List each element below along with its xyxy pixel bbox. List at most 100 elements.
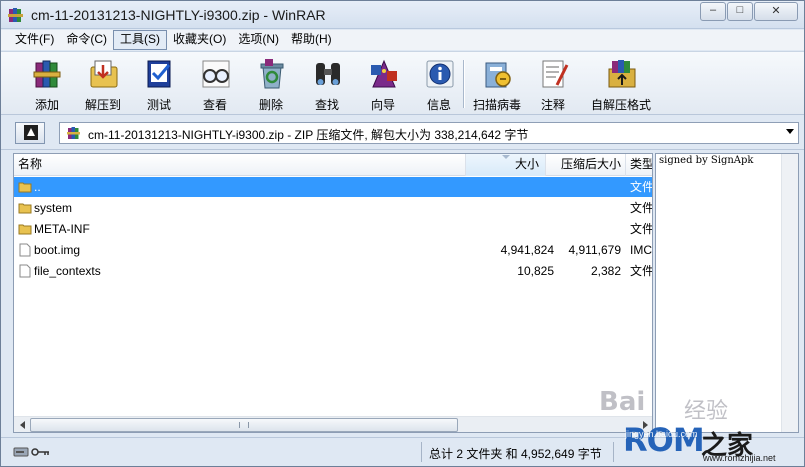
file-size: 10,825	[517, 264, 554, 278]
vertical-scrollbar[interactable]	[781, 154, 798, 432]
toolbar-main-group: 添加 解压到 测试 查看 删除 查找 向导 信息	[19, 55, 467, 113]
menu-help[interactable]: 帮助(H)	[285, 30, 338, 50]
books-add-icon	[33, 60, 61, 88]
table-row[interactable]: boot.img 4,941,824 4,911,679 IMC	[14, 240, 652, 260]
info-icon	[426, 60, 454, 88]
file-type: 文件	[630, 180, 653, 194]
minimize-icon: –	[709, 4, 717, 16]
test-button[interactable]: 测试	[131, 55, 187, 113]
chevron-down-icon[interactable]	[786, 129, 794, 134]
close-icon: ✕	[771, 5, 781, 17]
jingyan-url-watermark: jingyan.baidu.com	[625, 429, 698, 439]
file-type: 文件	[630, 201, 653, 215]
menu-tools[interactable]: 工具(S)	[113, 30, 167, 50]
file-size: 4,941,824	[500, 243, 554, 257]
menu-favorites[interactable]: 收藏夹(O)	[167, 30, 232, 50]
maximize-icon: □	[736, 4, 744, 16]
comment-note-icon	[542, 60, 569, 88]
status-summary: 总计 2 文件夹 和 4,952,649 字节	[429, 447, 602, 461]
column-header: 名称 大小 压缩后大小 类型	[14, 154, 653, 176]
extract-folder-icon	[90, 60, 118, 88]
table-row[interactable]: META-INF 文件	[14, 219, 653, 239]
window-controls: – □ ✕	[699, 2, 798, 21]
file-type: IMC	[630, 243, 652, 257]
info-button[interactable]: 信息	[411, 55, 467, 113]
comment-pane[interactable]: signed by SignApk	[655, 153, 799, 433]
file-packed-size	[546, 219, 621, 239]
column-packed-label: 压缩后大小	[560, 157, 621, 171]
binoculars-find-icon	[316, 63, 340, 85]
file-packed-size	[546, 198, 621, 218]
archive-comment: signed by SignApk	[659, 155, 754, 166]
delete-button[interactable]: 删除	[243, 55, 299, 113]
file-icon	[19, 264, 31, 278]
status-separator	[613, 442, 614, 462]
column-type-label: 类型	[630, 157, 653, 171]
scrollbar-thumb[interactable]	[30, 418, 458, 432]
wizard-icon	[371, 59, 397, 88]
rom-url-watermark: www.romzhijia.net	[703, 453, 776, 463]
table-row[interactable]: .. 文件	[14, 177, 653, 197]
file-packed-size	[546, 177, 621, 197]
comment-button[interactable]: 注释	[525, 55, 581, 113]
archive-icon	[67, 127, 80, 139]
file-name: ..	[34, 180, 41, 194]
path-combobox[interactable]: cm-11-20131213-NIGHTLY-i9300.zip - ZIP 压…	[59, 122, 799, 144]
archive-path-text: cm-11-20131213-NIGHTLY-i9300.zip - ZIP 压…	[88, 128, 529, 142]
recycle-delete-icon	[260, 59, 284, 89]
minimize-button[interactable]: –	[700, 2, 726, 21]
file-list[interactable]: 名称 大小 压缩后大小 类型 .. 文件 system 文件 META-INF	[13, 153, 653, 433]
file-name: system	[34, 201, 73, 215]
winrar-window: cm-11-20131213-NIGHTLY-i9300.zip - WinRA…	[0, 0, 805, 467]
sfx-archive-icon	[608, 60, 636, 88]
rom-logo-watermark: ROM	[623, 421, 705, 459]
window-title: cm-11-20131213-NIGHTLY-i9300.zip - WinRA…	[31, 7, 326, 23]
column-name-label: 名称	[18, 157, 43, 171]
horizontal-scrollbar[interactable]	[14, 416, 652, 432]
test-check-icon	[147, 60, 171, 88]
scroll-left-icon[interactable]	[16, 419, 30, 431]
address-bar: cm-11-20131213-NIGHTLY-i9300.zip - ZIP 压…	[1, 116, 804, 150]
find-button[interactable]: 查找	[299, 55, 355, 113]
folder-icon	[18, 224, 32, 235]
toolbar-extra-group: 扫描病毒 注释 自解压格式	[469, 55, 661, 113]
sfx-button[interactable]: 自解压格式	[581, 55, 661, 113]
column-name[interactable]: 名称	[14, 154, 466, 176]
column-packed[interactable]: 压缩后大小	[546, 154, 626, 176]
column-type[interactable]: 类型	[626, 154, 653, 176]
file-type: 文件	[630, 264, 653, 278]
drive-key-icon	[13, 447, 49, 457]
up-one-level-button[interactable]	[15, 122, 45, 144]
glasses-view-icon	[202, 60, 230, 88]
add-button[interactable]: 添加	[19, 55, 75, 113]
file-size	[466, 177, 554, 197]
winrar-app-icon	[8, 8, 23, 22]
sfx-label: 自解压格式	[590, 98, 651, 112]
menu-commands[interactable]: 命令(C)	[60, 30, 113, 50]
file-packed-size: 2,382	[590, 264, 621, 278]
close-button[interactable]: ✕	[754, 2, 798, 21]
extract-to-button[interactable]: 解压到	[75, 55, 131, 113]
file-packed-size: 4,911,679	[568, 243, 622, 257]
menu-bar: 文件(F) 命令(C) 工具(S) 收藏夹(O) 选项(N) 帮助(H)	[1, 30, 804, 50]
title-bar[interactable]: cm-11-20131213-NIGHTLY-i9300.zip - WinRA…	[1, 1, 804, 29]
scan-virus-button[interactable]: 扫描病毒	[469, 55, 525, 113]
toolbar: 添加 解压到 测试 查看 删除 查找 向导 信息 扫描病毒 注释 自解压格式	[1, 51, 804, 115]
column-size-label: 大小	[514, 157, 539, 171]
grip-icon	[239, 422, 249, 428]
maximize-button[interactable]: □	[727, 2, 753, 21]
menu-file[interactable]: 文件(F)	[9, 30, 60, 50]
table-row[interactable]: file_contexts 10,825 2,382 文件	[14, 261, 653, 281]
parent-folder-icon	[18, 182, 32, 193]
file-type: 文件	[630, 222, 653, 236]
folder-icon	[18, 203, 32, 214]
menu-options[interactable]: 选项(N)	[232, 30, 285, 50]
column-size[interactable]: 大小	[466, 154, 546, 176]
file-size	[466, 219, 554, 239]
file-size	[466, 198, 554, 218]
view-button[interactable]: 查看	[187, 55, 243, 113]
file-name: boot.img	[34, 243, 81, 257]
wizard-button[interactable]: 向导	[355, 55, 411, 113]
status-separator	[421, 442, 422, 462]
table-row[interactable]: system 文件	[14, 198, 653, 218]
